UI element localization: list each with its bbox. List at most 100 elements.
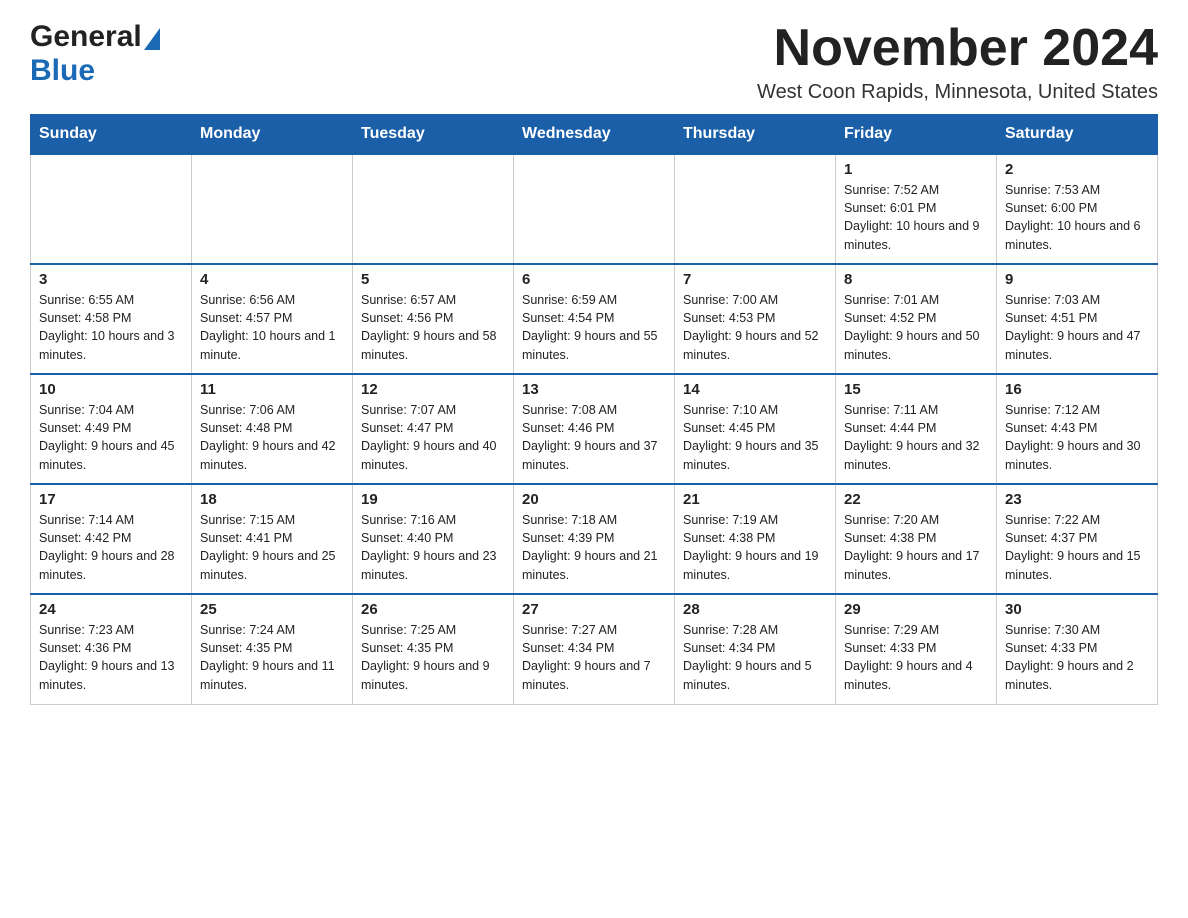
calendar-cell: 14 Sunrise: 7:10 AM Sunset: 4:45 PM Dayli… [675,374,836,484]
day-info: Sunrise: 7:07 AM Sunset: 4:47 PM Dayligh… [361,401,505,474]
day-info: Sunrise: 6:55 AM Sunset: 4:58 PM Dayligh… [39,291,183,364]
day-info: Sunrise: 7:16 AM Sunset: 4:40 PM Dayligh… [361,511,505,584]
day-info: Sunrise: 7:27 AM Sunset: 4:34 PM Dayligh… [522,621,666,694]
day-info: Sunrise: 7:15 AM Sunset: 4:41 PM Dayligh… [200,511,344,584]
calendar-day-header: Thursday [675,115,836,155]
logo-general-text: General [30,20,142,54]
calendar-cell [31,154,192,264]
day-info: Sunrise: 6:57 AM Sunset: 4:56 PM Dayligh… [361,291,505,364]
calendar-cell: 5 Sunrise: 6:57 AM Sunset: 4:56 PM Daylig… [353,264,514,374]
calendar-cell [675,154,836,264]
day-number: 2 [1005,161,1149,178]
day-number: 28 [683,601,827,618]
calendar-day-header: Monday [192,115,353,155]
title-block: November 2024 West Coon Rapids, Minnesot… [757,20,1158,104]
day-number: 3 [39,271,183,288]
calendar-week-row: 24 Sunrise: 7:23 AM Sunset: 4:36 PM Dayli… [31,594,1158,704]
calendar-cell: 24 Sunrise: 7:23 AM Sunset: 4:36 PM Dayli… [31,594,192,704]
day-info: Sunrise: 7:14 AM Sunset: 4:42 PM Dayligh… [39,511,183,584]
day-number: 7 [683,271,827,288]
day-number: 29 [844,601,988,618]
calendar-day-header: Sunday [31,115,192,155]
day-number: 24 [39,601,183,618]
logo-blue-text: Blue [30,54,95,87]
day-number: 26 [361,601,505,618]
day-info: Sunrise: 7:19 AM Sunset: 4:38 PM Dayligh… [683,511,827,584]
day-info: Sunrise: 6:59 AM Sunset: 4:54 PM Dayligh… [522,291,666,364]
calendar-cell: 12Sunrise: 7:07 AM Sunset: 4:47 PM Dayli… [353,374,514,484]
calendar-week-row: 17 Sunrise: 7:14 AM Sunset: 4:42 PM Dayli… [31,484,1158,594]
day-info: Sunrise: 6:56 AM Sunset: 4:57 PM Dayligh… [200,291,344,364]
day-info: Sunrise: 7:30 AM Sunset: 4:33 PM Dayligh… [1005,621,1149,694]
day-info: Sunrise: 7:11 AM Sunset: 4:44 PM Dayligh… [844,401,988,474]
calendar-cell: 10Sunrise: 7:04 AM Sunset: 4:49 PM Dayli… [31,374,192,484]
calendar-cell: 9 Sunrise: 7:03 AM Sunset: 4:51 PM Daylig… [997,264,1158,374]
day-number: 27 [522,601,666,618]
calendar-cell: 16Sunrise: 7:12 AM Sunset: 4:43 PM Dayli… [997,374,1158,484]
day-number: 25 [200,601,344,618]
calendar-cell: 11Sunrise: 7:06 AM Sunset: 4:48 PM Dayli… [192,374,353,484]
day-info: Sunrise: 7:23 AM Sunset: 4:36 PM Dayligh… [39,621,183,694]
calendar-table: SundayMondayTuesdayWednesdayThursdayFrid… [30,114,1158,705]
day-info: Sunrise: 7:53 AM Sunset: 6:00 PM Dayligh… [1005,181,1149,254]
calendar-cell: 1Sunrise: 7:52 AM Sunset: 6:01 PM Daylig… [836,154,997,264]
calendar-cell: 29 Sunrise: 7:29 AM Sunset: 4:33 PM Dayli… [836,594,997,704]
calendar-cell: 23 Sunrise: 7:22 AM Sunset: 4:37 PM Dayli… [997,484,1158,594]
day-number: 22 [844,491,988,508]
calendar-day-header: Tuesday [353,115,514,155]
day-number: 6 [522,271,666,288]
calendar-cell: 25Sunrise: 7:24 AM Sunset: 4:35 PM Dayli… [192,594,353,704]
day-number: 14 [683,381,827,398]
day-info: Sunrise: 7:28 AM Sunset: 4:34 PM Dayligh… [683,621,827,694]
logo: General Blue [30,20,160,88]
calendar-cell [353,154,514,264]
calendar-cell: 26 Sunrise: 7:25 AM Sunset: 4:35 PM Dayli… [353,594,514,704]
page-header: General Blue November 2024 West Coon Rap… [30,20,1158,104]
month-title: November 2024 [757,20,1158,77]
day-info: Sunrise: 7:29 AM Sunset: 4:33 PM Dayligh… [844,621,988,694]
day-number: 15 [844,381,988,398]
day-info: Sunrise: 7:10 AM Sunset: 4:45 PM Dayligh… [683,401,827,474]
day-number: 1 [844,161,988,178]
logo-arrow-icon [144,28,160,50]
calendar-cell: 21 Sunrise: 7:19 AM Sunset: 4:38 PM Dayli… [675,484,836,594]
location-title: West Coon Rapids, Minnesota, United Stat… [757,81,1158,104]
calendar-week-row: 10Sunrise: 7:04 AM Sunset: 4:49 PM Dayli… [31,374,1158,484]
day-number: 16 [1005,381,1149,398]
day-number: 13 [522,381,666,398]
day-info: Sunrise: 7:25 AM Sunset: 4:35 PM Dayligh… [361,621,505,694]
calendar-cell: 6 Sunrise: 6:59 AM Sunset: 4:54 PM Daylig… [514,264,675,374]
calendar-day-header: Saturday [997,115,1158,155]
calendar-cell: 3 Sunrise: 6:55 AM Sunset: 4:58 PM Daylig… [31,264,192,374]
day-number: 30 [1005,601,1149,618]
day-info: Sunrise: 7:00 AM Sunset: 4:53 PM Dayligh… [683,291,827,364]
calendar-cell: 13 Sunrise: 7:08 AM Sunset: 4:46 PM Dayli… [514,374,675,484]
day-number: 5 [361,271,505,288]
calendar-cell: 15 Sunrise: 7:11 AM Sunset: 4:44 PM Dayli… [836,374,997,484]
calendar-day-header: Wednesday [514,115,675,155]
calendar-cell: 7 Sunrise: 7:00 AM Sunset: 4:53 PM Daylig… [675,264,836,374]
day-number: 23 [1005,491,1149,508]
calendar-cell: 20 Sunrise: 7:18 AM Sunset: 4:39 PM Dayli… [514,484,675,594]
day-info: Sunrise: 7:18 AM Sunset: 4:39 PM Dayligh… [522,511,666,584]
day-number: 21 [683,491,827,508]
day-info: Sunrise: 7:20 AM Sunset: 4:38 PM Dayligh… [844,511,988,584]
day-number: 9 [1005,271,1149,288]
calendar-cell: 30 Sunrise: 7:30 AM Sunset: 4:33 PM Dayli… [997,594,1158,704]
day-number: 20 [522,491,666,508]
day-number: 4 [200,271,344,288]
day-info: Sunrise: 7:22 AM Sunset: 4:37 PM Dayligh… [1005,511,1149,584]
calendar-cell [514,154,675,264]
calendar-cell: 8Sunrise: 7:01 AM Sunset: 4:52 PM Daylig… [836,264,997,374]
day-number: 11 [200,381,344,398]
calendar-header-row: SundayMondayTuesdayWednesdayThursdayFrid… [31,115,1158,155]
calendar-cell: 27 Sunrise: 7:27 AM Sunset: 4:34 PM Dayli… [514,594,675,704]
calendar-week-row: 3 Sunrise: 6:55 AM Sunset: 4:58 PM Daylig… [31,264,1158,374]
day-number: 17 [39,491,183,508]
calendar-cell: 17 Sunrise: 7:14 AM Sunset: 4:42 PM Dayli… [31,484,192,594]
day-info: Sunrise: 7:08 AM Sunset: 4:46 PM Dayligh… [522,401,666,474]
day-number: 10 [39,381,183,398]
calendar-cell: 28 Sunrise: 7:28 AM Sunset: 4:34 PM Dayli… [675,594,836,704]
day-number: 8 [844,271,988,288]
day-info: Sunrise: 7:03 AM Sunset: 4:51 PM Dayligh… [1005,291,1149,364]
